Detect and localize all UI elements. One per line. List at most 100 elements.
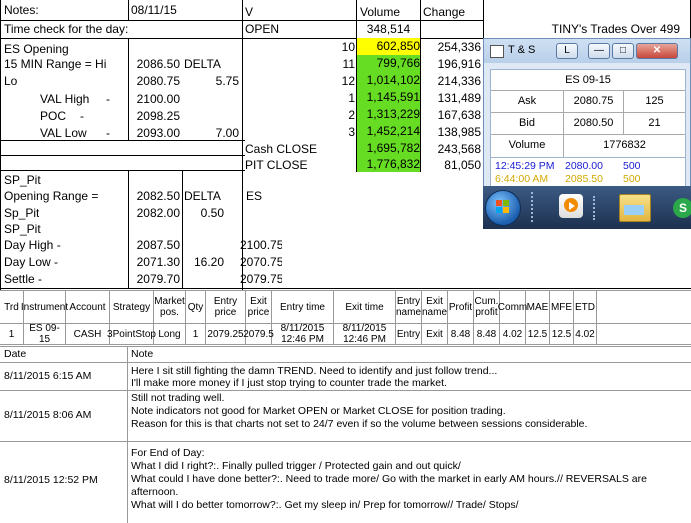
start-button-icon[interactable] [485,190,521,226]
note-line[interactable]: Here I sit still fighting the damn TREND… [131,365,497,377]
trade-header-market-pos[interactable]: Market pos. [154,291,186,323]
trade-header-entry-time[interactable]: Entry time [272,291,334,323]
trade-cell-entry-price[interactable]: 2079.25 [206,324,246,344]
val-high-value[interactable]: 2100.00 [130,92,180,107]
note-date[interactable]: 8/11/2015 8:06 AM [4,409,91,421]
trade-header-etd[interactable]: ETD [574,291,597,323]
trade-header-profit[interactable]: Profit [448,291,474,323]
open-volume[interactable]: 348,514 [357,22,420,37]
media-player-icon[interactable] [559,194,583,218]
pit-close-label: PIT CLOSE [245,158,308,172]
note-line[interactable]: What will I do better tomorrow?:. Get my… [131,499,518,511]
note-line[interactable]: What could I have done better?:. Need to… [131,473,647,485]
vol-row-label: 2 [348,108,355,122]
tick-list[interactable]: 12:45:29 PM 2080.00 500 6:44:00 AM 2085.… [490,157,686,189]
vol-row-change[interactable]: 81,050 [421,158,481,173]
vol-row-volume[interactable]: 1,014,102 [357,72,420,89]
vol-row-change[interactable]: 138,985 [421,125,481,140]
sp-pit2-delta[interactable]: 0.50 [184,206,224,221]
trade-header-qty[interactable]: Qty [186,291,206,323]
vol-row-change[interactable]: 254,336 [421,40,481,55]
trade-table: Trd 1 Instrument ES 09-15 Account CASH Strateg… [0,290,691,345]
trade-header-comm[interactable]: Comm [498,291,527,323]
trade-cell-entry-time[interactable]: 8/11/2015 12:46 PM [272,323,334,345]
trade-header-mfe[interactable]: MFE [550,291,574,323]
note-date[interactable]: 8/11/2015 6:15 AM [4,370,91,382]
trade-cell-entry-name[interactable]: Entry [396,324,422,344]
note-line[interactable]: Still not trading well. [131,392,224,404]
vol-row-change[interactable]: 131,489 [421,91,481,106]
trade-cell-cum-profit[interactable]: 8.48 [474,324,500,344]
range-hi-value[interactable]: 2086.50 [130,57,180,72]
trade-cell-mfe[interactable]: 12.5 [550,324,574,344]
vol-row-volume[interactable]: 1,313,229 [357,106,420,123]
note-line[interactable]: I'll make more money if I just stop tryi… [131,377,447,389]
trade-cell-exit-time[interactable]: 8/11/2015 12:46 PM [334,323,396,345]
delta-value[interactable]: 5.75 [184,74,239,89]
vol-row-change[interactable]: 196,916 [421,57,481,72]
trade-cell-mae[interactable]: 12.5 [526,324,550,344]
opening-range-value[interactable]: 2082.50 [130,189,180,204]
vol-row-volume[interactable]: 1,452,214 [357,123,420,140]
folder-icon[interactable] [619,194,651,222]
maximize-icon[interactable]: □ [612,43,634,59]
note-line[interactable]: For End of Day: [131,447,205,459]
settle-es[interactable]: 2079.75 [240,272,282,287]
poc-value[interactable]: 2098.25 [130,109,180,124]
tick-price: 2080.00 [565,160,603,172]
note-line[interactable]: Note indicators not good for Market OPEN… [131,405,506,417]
close-icon[interactable]: ✕ [636,43,678,59]
trade-header-exit-price[interactable]: Exit price [246,291,272,323]
vol-row-volume[interactable]: 1,776,832 [357,156,420,172]
trade-cell-etd[interactable]: 4.02 [574,324,597,344]
vol-row-volume[interactable]: 799,766 [357,55,420,72]
trade-header-strategy[interactable]: Strategy [110,291,154,323]
trade-cell-trd[interactable]: 1 [0,324,24,344]
vol-row-volume[interactable]: 602,850 [357,38,420,55]
lo-value[interactable]: 2080.75 [130,74,180,89]
day-low-es[interactable]: 2070.75 [240,255,282,270]
day-low-delta[interactable]: 16.20 [184,255,224,270]
date-cell[interactable]: 08/11/15 [131,3,177,18]
trade-header-exit-name[interactable]: Exit name [422,291,448,323]
trade-header-entry-name[interactable]: Entry name [396,291,422,323]
day-low-value[interactable]: 2071.30 [130,255,180,270]
tick-size: 500 [623,160,641,172]
vol-row-change[interactable]: 214,336 [421,74,481,89]
trade-cell-instrument[interactable]: ES 09-15 [24,323,66,345]
trade-header-exit-time[interactable]: Exit time [334,291,396,323]
day-high-value[interactable]: 2087.50 [130,238,180,253]
trade-header-mae[interactable]: MAE [526,291,550,323]
minimize-icon[interactable]: — [588,43,610,59]
trade-header-instrument[interactable]: Instrument [21,291,68,323]
trade-header-entry-price[interactable]: Entry price [206,291,246,323]
app-s-icon[interactable]: S [673,198,691,218]
trade-cell-profit[interactable]: 8.48 [448,324,474,344]
trade-cell-qty[interactable]: 1 [186,324,206,344]
trade-cell-comm[interactable]: 4.02 [500,324,526,344]
taskbar: S [483,186,691,229]
note-line[interactable]: afternoon. [131,486,178,498]
note-date[interactable]: 8/11/2015 12:52 PM [4,474,98,486]
settle-value[interactable]: 2079.70 [130,272,180,287]
vol-row-change[interactable]: 167,638 [421,108,481,123]
val-low-value[interactable]: 2093.00 [130,126,180,141]
trade-cell-strategy[interactable]: 3PointStop [107,324,156,344]
bid-label: Bid [519,117,535,129]
trade-header-account[interactable]: Account [66,291,110,323]
trade-cell-account[interactable]: CASH [66,324,110,344]
trade-cell-exit-name[interactable]: Exit [422,324,448,344]
note-line[interactable]: Reason for this is that charts not set t… [131,418,587,430]
sp-pit2-value[interactable]: 2082.00 [130,206,180,221]
vol-row-volume[interactable]: 1,695,782 [357,140,420,156]
l-button[interactable]: L [556,43,578,59]
trade-cell-exit-price[interactable]: 2079.5 [243,324,274,344]
note-line[interactable]: What I did I right?:. Finally pulled tri… [131,460,461,472]
ts-title-bar[interactable]: T & S L — □ ✕ [484,39,690,63]
vol-row-volume[interactable]: 1,145,591 [357,89,420,106]
vol-row-change[interactable]: 243,568 [421,142,481,157]
val-low-delta[interactable]: 7.00 [184,126,239,141]
day-high-es[interactable]: 2100.75 [240,238,282,253]
trade-cell-market-pos[interactable]: Long [154,324,186,344]
trade-header-cum-profit[interactable]: Cum. profit [474,291,500,323]
